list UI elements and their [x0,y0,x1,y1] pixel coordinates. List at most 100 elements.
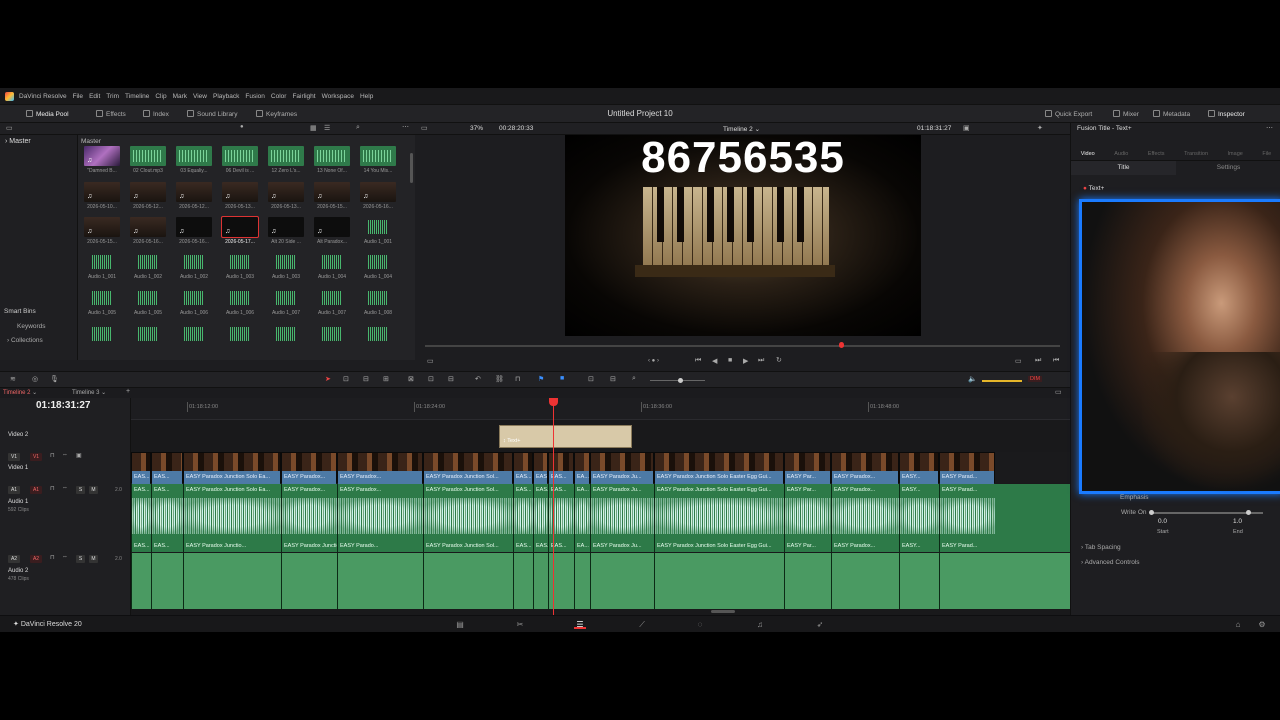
zoom-slider-thumb[interactable]: ● [240,124,244,130]
media-clip-thumbnail[interactable] [314,146,350,166]
video-clip[interactable]: EASY Paradox... [281,452,337,484]
menu-item-fusion[interactable]: Fusion [245,93,265,100]
scrubber-playhead[interactable] [839,342,844,348]
audio2-clip[interactable] [574,553,590,609]
video-clip[interactable]: EAS... [533,452,548,484]
cut-page-icon[interactable]: ✂ [514,620,526,629]
layout-icon[interactable]: ≋ [10,375,16,383]
media-page-icon[interactable]: ▤ [454,620,466,629]
volume-slider[interactable] [982,380,1022,382]
fairlight-page-icon[interactable]: ♫ [754,620,766,629]
inspector-tab-audio[interactable]: Audio [1114,137,1128,160]
inspector-tab-transition[interactable]: Transition [1184,137,1208,160]
zoom-level[interactable]: 37% [470,125,483,132]
video-clip[interactable]: EAS... [131,452,151,484]
media-clip-thumbnail[interactable] [130,288,166,308]
home-icon[interactable]: ⌂ [1232,620,1244,629]
audio-clip[interactable]: EASY Paradox Junction Solo Ea... EASY Par… [183,484,281,552]
v1-auto-select-icon[interactable]: ⇔ [62,452,68,458]
menu-item-workspace[interactable]: Workspace [322,93,354,100]
a1-destination-button[interactable]: A1 [30,486,42,494]
audio-clip[interactable]: EA... EA... [574,484,590,552]
audio-clip[interactable]: EASY... EASY... [899,484,939,552]
a1-mute-button[interactable]: M [89,486,98,494]
menu-item-trim[interactable]: Trim [106,93,119,100]
a2-lock-icon[interactable]: ⊓ [50,554,55,561]
tab-spacing-section[interactable]: › Tab Spacing [1081,544,1121,551]
audio-clip[interactable]: EASY Paradox... EASY Paradox... [831,484,899,552]
snapping-icon[interactable]: ↶ [475,375,481,383]
a1-auto-select-icon[interactable]: ⇔ [62,485,68,491]
audio-clip[interactable]: EASY Parad... EASY Parad... [939,484,995,552]
timeline-scrollbar[interactable] [711,610,735,613]
viewer-scrubber[interactable] [425,342,1060,348]
viewer-options-icon[interactable]: ▭ [427,357,434,365]
media-clip-thumbnail[interactable] [268,252,304,272]
add-timeline-icon[interactable]: + [126,388,130,395]
audio-clip[interactable]: EASY Paradox... EASY Parado... [337,484,423,552]
v1-source-button[interactable]: V1 [8,453,20,461]
media-clip-thumbnail[interactable]: ♫ [176,182,212,202]
index-button[interactable]: Index [143,110,169,118]
deliver-page-icon[interactable]: ➶ [814,620,826,629]
media-clip-thumbnail[interactable] [360,146,396,166]
edit-page-icon[interactable]: ☰ [574,620,586,629]
master-bin[interactable]: › Master [5,138,31,145]
a2-mute-button[interactable]: M [89,555,98,563]
audio2-clip[interactable] [654,553,784,609]
menu-item-edit[interactable]: Edit [89,93,100,100]
audio2-clip[interactable] [831,553,899,609]
a1-solo-button[interactable]: S [76,486,85,494]
media-clip-thumbnail[interactable] [360,252,396,272]
video-clip[interactable]: EAS... [548,452,574,484]
menu-item-help[interactable]: Help [360,93,373,100]
media-clip-thumbnail[interactable] [176,146,212,166]
metadata-button[interactable]: Metadata [1153,110,1190,118]
menu-item-mark[interactable]: Mark [173,93,187,100]
media-clip-thumbnail[interactable]: ♫ [268,217,304,237]
media-clip-thumbnail[interactable] [222,324,258,344]
write-on-start-handle[interactable] [1149,510,1154,515]
audio-clip[interactable]: EASY Paradox Junction Solo Easter Egg Gu… [654,484,784,552]
a2-auto-select-icon[interactable]: ⇔ [62,554,68,560]
media-clip-thumbnail[interactable] [314,252,350,272]
audio-clip[interactable]: EAS... EAS... [151,484,183,552]
keyframes-button[interactable]: Keyframes [256,110,297,118]
reverse-play-icon[interactable]: ◀ [712,357,717,365]
video-clip[interactable]: EASY Paradox... [337,452,423,484]
blade-tool-icon[interactable]: ⊞ [383,375,389,383]
media-clip-thumbnail[interactable] [130,146,166,166]
timeline-playhead[interactable] [549,398,558,632]
menu-item-file[interactable]: File [73,93,83,100]
media-clip-thumbnail[interactable]: ♫ [268,182,304,202]
fusion-page-icon[interactable]: ⟋ [636,620,648,629]
end-value-field[interactable]: 1.0 [1233,518,1242,525]
media-clip-thumbnail[interactable]: ♫ [221,216,259,238]
media-clip-thumbnail[interactable] [222,252,258,272]
media-clip-thumbnail[interactable]: ♫ [84,146,120,166]
dim-button[interactable]: DIM [1028,376,1043,382]
next-clip-icon[interactable]: ⏭ [1035,357,1041,365]
previous-clip-icon[interactable]: ⏮ [1053,357,1059,365]
audio2-clip[interactable] [423,553,513,609]
audio-clip[interactable]: EAS... EAS... [533,484,548,552]
media-clip-thumbnail[interactable] [360,288,396,308]
media-clip-thumbnail[interactable] [268,288,304,308]
timeline-zoom-slider[interactable] [650,378,705,383]
app-menu[interactable]: DaVinci Resolve [19,93,67,100]
loop-icon[interactable]: ↻ [776,356,782,364]
lock-icon[interactable]: ⊓ [515,375,520,383]
media-clip-thumbnail[interactable]: ♫ [314,217,350,237]
more-options-icon[interactable]: ⋯ [402,123,409,131]
write-on-end-handle[interactable] [1246,510,1251,515]
write-on-range-slider[interactable] [1149,510,1263,515]
dynamic-trim-icon[interactable]: ⊟ [363,375,369,383]
timeline-view-icon[interactable]: ▭ [1055,388,1062,396]
menu-item-color[interactable]: Color [271,93,287,100]
media-clip-thumbnail[interactable]: ♫ [84,182,120,202]
start-value-field[interactable]: 0.0 [1158,518,1167,525]
microphone-icon[interactable]: 🎙 [50,375,59,383]
media-clip-thumbnail[interactable]: ♫ [130,217,166,237]
settings-subtab[interactable]: Settings [1176,161,1280,175]
link-icon[interactable]: ⛓ [495,375,504,383]
